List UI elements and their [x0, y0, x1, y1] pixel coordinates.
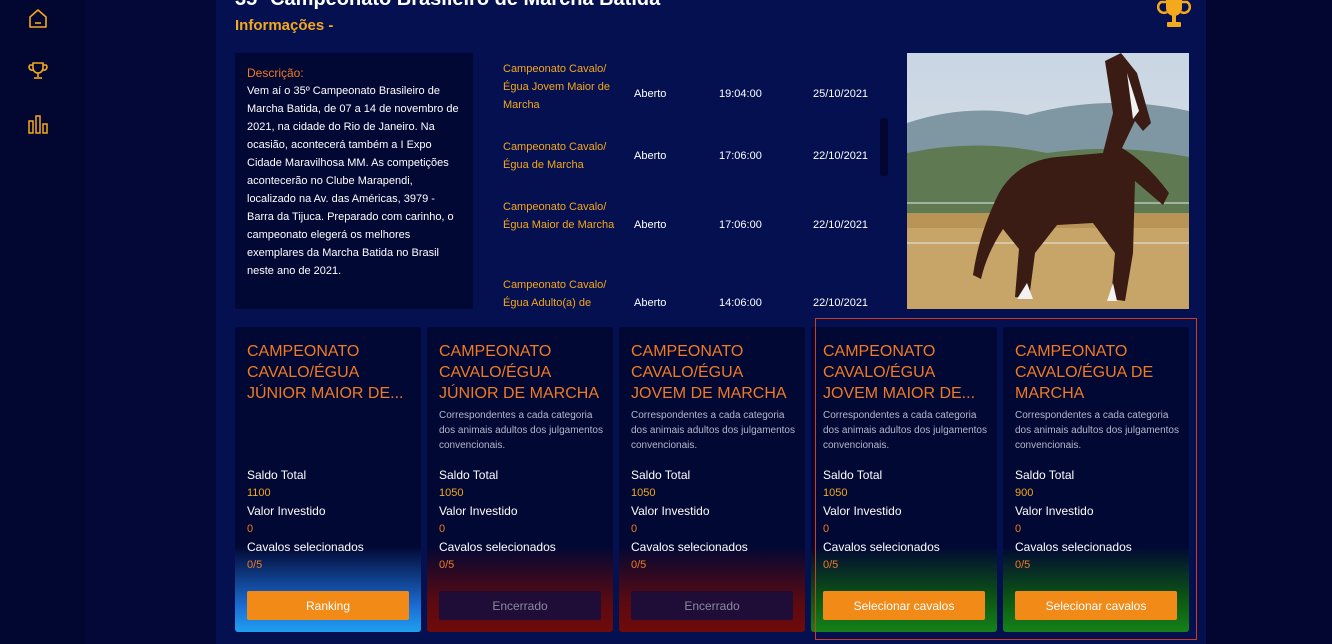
ranking-button[interactable]: Ranking — [247, 591, 409, 620]
description-label: Descrição: — [247, 66, 304, 80]
event-date: 25/10/2021 — [813, 88, 869, 100]
saldo-label: Saldo Total — [247, 468, 307, 482]
cavalos-value: 0/5 — [631, 559, 647, 571]
cavalos-value: 0/5 — [439, 559, 455, 571]
saldo-label: Saldo Total — [631, 468, 691, 482]
saldo-value: 1100 — [247, 487, 271, 499]
event-time: 17:06:00 — [719, 150, 762, 162]
selection-highlight — [815, 318, 1197, 640]
card-title: CAMPEONATO CAVALO/ÉGUA JÚNIOR DE MARCHA — [439, 343, 600, 402]
event-name: Campeonato Cavalo/ Égua Maior de Marcha — [503, 201, 615, 231]
event-status: Aberto — [634, 150, 667, 162]
closed-button[interactable]: Encerrado — [631, 591, 793, 620]
championship-card: CAMPEONATO CAVALO/ÉGUA JÚNIOR DE MARCHA … — [427, 327, 613, 632]
closed-button[interactable]: Encerrado — [439, 591, 601, 620]
saldo-value: 1050 — [439, 487, 464, 499]
card-stats: Saldo Total 1050 Valor Investido 0 Caval… — [631, 466, 748, 574]
right-gutter — [1206, 0, 1332, 644]
event-name: Campeonato Cavalo/ Égua Jovem Maior de M… — [503, 63, 610, 111]
event-status: Aberto — [634, 219, 667, 231]
trophy-icon[interactable] — [26, 59, 50, 83]
event-date: 22/10/2021 — [813, 219, 869, 231]
sidebar — [0, 0, 85, 644]
card-description: Correspondentes a cada categoria dos ani… — [631, 410, 795, 451]
investido-value: 0 — [439, 523, 446, 535]
championship-card: CAMPEONATO CAVALO/ÉGUA JÚNIOR MAIOR DE..… — [235, 327, 421, 632]
saldo-value: 1050 — [631, 487, 656, 499]
page-title: 35º Campeonato Brasileiro de Marcha Bati… — [235, 0, 660, 11]
investido-value: 0 — [631, 523, 638, 535]
event-date: 22/10/2021 — [813, 297, 869, 309]
card-stats: Saldo Total 1050 Valor Investido 0 Caval… — [439, 466, 556, 574]
cavalos-label: Cavalos selecionados — [247, 540, 364, 554]
event-status: Aberto — [634, 297, 667, 309]
cavalos-label: Cavalos selecionados — [439, 540, 556, 554]
event-time: 14:06:00 — [719, 297, 762, 309]
event-status: Aberto — [634, 88, 667, 100]
saldo-label: Saldo Total — [439, 468, 499, 482]
events-list: Campeonato Cavalo/ Égua Jovem Maior de M… — [490, 53, 890, 309]
championship-card: CAMPEONATO CAVALO/ÉGUA JOVEM DE MARCHA C… — [619, 327, 805, 632]
card-title: CAMPEONATO CAVALO/ÉGUA JÚNIOR MAIOR DE..… — [247, 343, 404, 402]
event-name: Campeonato Cavalo/ Égua Adulto(a) de — [503, 279, 607, 309]
card-title: CAMPEONATO CAVALO/ÉGUA JOVEM DE MARCHA — [631, 343, 787, 402]
investido-label: Valor Investido — [631, 504, 710, 518]
event-time: 17:06:00 — [719, 219, 762, 231]
event-date: 22/10/2021 — [813, 150, 869, 162]
card-stats: Saldo Total 1100 Valor Investido 0 Caval… — [247, 466, 364, 574]
investido-value: 0 — [247, 523, 254, 535]
events-scrollbar[interactable] — [880, 118, 888, 176]
left-gutter — [85, 0, 216, 644]
horse-photo — [907, 53, 1189, 309]
investido-label: Valor Investido — [247, 504, 326, 518]
cavalos-label: Cavalos selecionados — [631, 540, 748, 554]
description-box: Descrição: Vem aí o 35º Campeonato Brasi… — [235, 53, 473, 309]
cavalos-value: 0/5 — [247, 559, 263, 571]
home-icon[interactable] — [26, 6, 50, 30]
bar-chart-icon[interactable] — [26, 112, 50, 136]
trophy-icon — [1156, 0, 1192, 30]
card-description: Correspondentes a cada categoria dos ani… — [439, 410, 603, 451]
event-name: Campeonato Cavalo/ Égua de Marcha — [503, 141, 607, 171]
description-text: Vem aí o 35º Campeonato Brasileiro de Ma… — [247, 85, 459, 277]
page-subtitle: Informações - — [235, 17, 334, 34]
event-time: 19:04:00 — [719, 88, 762, 100]
investido-label: Valor Investido — [439, 504, 518, 518]
